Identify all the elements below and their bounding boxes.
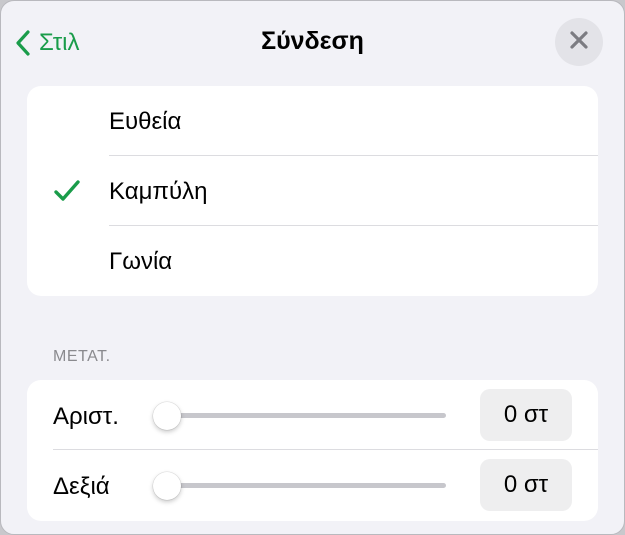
section-header-offset: ΜΕΤΑΤ. [53, 348, 111, 365]
option-label: Καμπύλη [109, 178, 208, 205]
connection-panel: Στιλ Σύνδεση Ευθεία Καμπύλη Γωνία ΜΕΤΑΤ.… [0, 0, 625, 535]
checkmark-icon [53, 178, 81, 204]
offset-right-slider-thumb[interactable] [153, 472, 181, 500]
offset-left-slider-track[interactable] [155, 413, 446, 418]
option-label: Ευθεία [109, 108, 182, 135]
offset-right-row: Δεξιά 0 στ [27, 450, 598, 520]
offset-right-label: Δεξιά [53, 473, 110, 500]
offset-settings: Αριστ. 0 στ Δεξιά 0 στ [27, 380, 598, 521]
offset-right-value-field[interactable]: 0 στ [480, 459, 572, 511]
option-label: Γωνία [109, 248, 173, 275]
offset-left-row: Αριστ. 0 στ [27, 380, 598, 450]
option-corner[interactable]: Γωνία [27, 226, 598, 296]
option-straight[interactable]: Ευθεία [27, 86, 598, 156]
close-button[interactable] [555, 18, 603, 66]
offset-left-value-field[interactable]: 0 στ [480, 389, 572, 441]
offset-left-slider-thumb[interactable] [153, 402, 181, 430]
header: Στιλ Σύνδεση [1, 1, 624, 85]
close-icon [569, 30, 589, 55]
offset-left-label: Αριστ. [53, 403, 119, 430]
page-title: Σύνδεση [261, 27, 364, 55]
offset-right-slider-track[interactable] [155, 483, 446, 488]
connection-type-list: Ευθεία Καμπύλη Γωνία [27, 86, 598, 296]
option-curved[interactable]: Καμπύλη [27, 156, 598, 226]
